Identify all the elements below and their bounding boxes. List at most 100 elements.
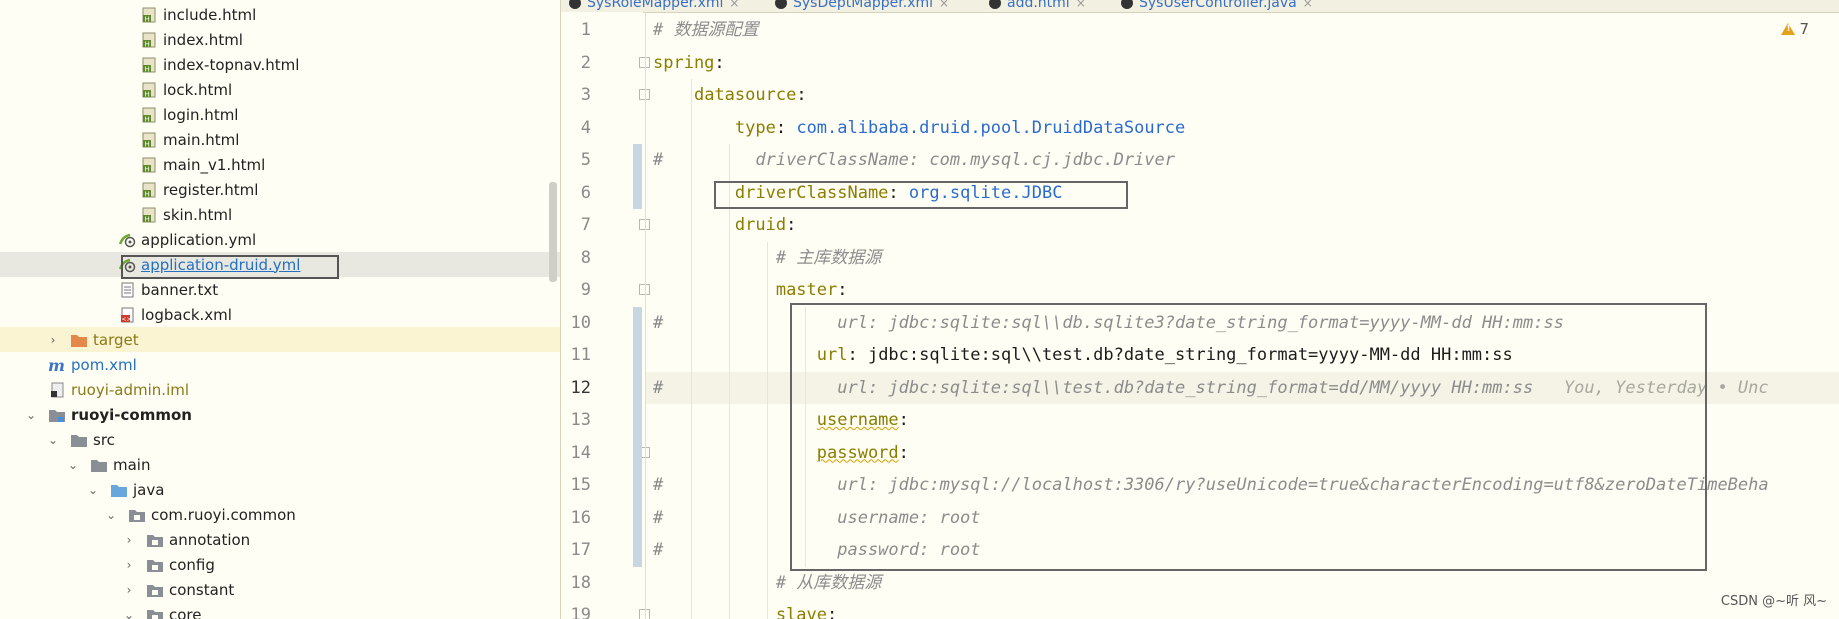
line-number: 4 xyxy=(580,117,591,138)
chevron-right-icon[interactable]: › xyxy=(122,558,136,572)
code-token: : xyxy=(775,117,797,138)
tree-item[interactable]: application.yml xyxy=(0,227,560,252)
code-line[interactable]: slave: xyxy=(653,599,837,619)
file-type-icon xyxy=(1121,0,1133,9)
code-line[interactable]: master: xyxy=(653,274,848,306)
svg-text:H: H xyxy=(145,165,150,173)
chevron-down-icon[interactable]: ⌄ xyxy=(86,483,100,497)
line-number: 9 xyxy=(580,280,591,300)
iml-file-icon xyxy=(48,382,66,398)
package-file-icon xyxy=(146,532,164,548)
vcs-change-marker[interactable] xyxy=(633,144,642,209)
tree-item[interactable]: ⌄ src xyxy=(0,427,560,452)
chevron-down-icon[interactable]: ⌄ xyxy=(46,433,60,447)
code-token: # xyxy=(653,377,664,398)
tree-item[interactable]: ⌄ ruoyi-common xyxy=(0,402,560,427)
editor-tab-label: SysRoleMapper.xml xyxy=(587,0,724,11)
tree-item[interactable]: ⌄ core xyxy=(0,602,560,619)
chevron-down-icon[interactable]: ⌄ xyxy=(66,458,80,472)
tree-item[interactable]: › config xyxy=(0,552,560,577)
warnings-count: 7 xyxy=(1799,20,1809,38)
editor-tab[interactable]: SysUserController.java × xyxy=(1121,0,1313,12)
tree-item-label: src xyxy=(93,430,115,449)
chevron-down-icon[interactable]: ⌄ xyxy=(24,408,38,422)
code-editor: SysRoleMapper.xml × SysDeptMapper.xml × add.… xyxy=(561,0,1839,619)
tree-item[interactable]: banner.txt xyxy=(0,277,560,302)
tree-item[interactable]: Hlogin.html xyxy=(0,102,560,127)
package-file-icon xyxy=(146,557,164,573)
tree-item[interactable]: Hmain.html xyxy=(0,127,560,152)
tree-item-label: lock.html xyxy=(163,80,233,99)
tree-item[interactable]: Hinclude.html xyxy=(0,2,560,27)
tree-item[interactable]: › target xyxy=(0,327,560,352)
tree-item[interactable]: › annotation xyxy=(0,527,560,552)
tree-item-label: register.html xyxy=(163,180,259,199)
tree-item-label: pom.xml xyxy=(71,355,137,374)
code-token: # 数据源配置 xyxy=(653,20,759,40)
tree-item[interactable]: Hregister.html xyxy=(0,177,560,202)
code-line[interactable]: datasource: xyxy=(653,79,807,111)
close-tab-icon[interactable]: × xyxy=(1303,0,1313,10)
vcs-change-marker[interactable] xyxy=(633,306,642,567)
code-token: slave xyxy=(775,605,828,619)
tree-item[interactable]: Hindex-topnav.html xyxy=(0,52,560,77)
close-tab-icon[interactable]: × xyxy=(729,0,739,10)
editor-tab[interactable]: SysRoleMapper.xml × xyxy=(569,0,739,12)
code-line[interactable]: type: com.alibaba.druid.pool.DruidDataSo… xyxy=(653,112,1185,144)
tree-item-label: target xyxy=(93,330,139,349)
tree-item[interactable]: Hskin.html xyxy=(0,202,560,227)
tree-item-label: main xyxy=(113,455,151,474)
editor-scrollbar[interactable] xyxy=(1828,12,1833,619)
editor-tab[interactable]: SysDeptMapper.xml × xyxy=(775,0,949,12)
line-number: 12 xyxy=(570,377,591,398)
close-tab-icon[interactable]: × xyxy=(939,0,949,10)
tree-item[interactable]: Hindex.html xyxy=(0,27,560,52)
tree-item[interactable]: ⌄ main xyxy=(0,452,560,477)
chevron-right-icon[interactable]: › xyxy=(122,533,136,547)
package-file-icon xyxy=(146,607,164,619)
close-tab-icon[interactable]: × xyxy=(1076,0,1086,10)
svg-text:H: H xyxy=(145,215,150,223)
html-file-icon: H xyxy=(140,207,158,223)
chevron-right-icon[interactable]: › xyxy=(122,583,136,597)
warnings-indicator[interactable]: 7 xyxy=(1781,20,1809,38)
line-number: 8 xyxy=(580,247,591,268)
tree-item[interactable]: Hmain_v1.html xyxy=(0,152,560,177)
folder-orange-file-icon xyxy=(70,332,88,348)
tree-item[interactable]: › constant xyxy=(0,577,560,602)
editor-tab[interactable]: add.html × xyxy=(989,0,1086,12)
line-number: 17 xyxy=(570,540,591,560)
folder-file-icon xyxy=(70,432,88,448)
code-line[interactable]: druid: xyxy=(653,209,796,241)
tree-item[interactable]: Hlock.html xyxy=(0,77,560,102)
line-number: 2 xyxy=(580,52,591,73)
tree-item-label: include.html xyxy=(163,5,257,24)
code-token: driverClassName: com.mysql.cj.jdbc.Drive… xyxy=(663,150,1175,170)
html-file-icon: H xyxy=(140,132,158,148)
chevron-down-icon[interactable]: ⌄ xyxy=(104,508,118,522)
code-line[interactable]: # driverClassName: com.mysql.cj.jdbc.Dri… xyxy=(653,144,1175,176)
package-file-icon xyxy=(146,582,164,598)
line-number: 13 xyxy=(570,410,591,430)
svg-text:H: H xyxy=(145,15,150,23)
sidebar-scrollbar[interactable] xyxy=(549,182,557,282)
tree-item[interactable]: ruoyi-admin.iml xyxy=(0,377,560,402)
tree-item[interactable]: m pom.xml xyxy=(0,352,560,377)
editor-tab-label: add.html xyxy=(1007,0,1070,11)
tree-item[interactable]: ⌄ com.ruoyi.common xyxy=(0,502,560,527)
master-config-highlight-box xyxy=(790,303,1707,571)
chevron-down-icon[interactable]: ⌄ xyxy=(122,608,136,619)
svg-text:H: H xyxy=(145,140,150,148)
line-number: 5 xyxy=(580,150,591,170)
tree-item[interactable]: ⌄ java xyxy=(0,477,560,502)
chevron-right-icon[interactable]: › xyxy=(46,333,60,347)
editor-tab-label: SysUserController.java xyxy=(1139,0,1297,11)
code-token: com.alibaba.druid.pool.DruidDataSource xyxy=(796,117,1186,138)
tree-item[interactable]: <> logback.xml xyxy=(0,302,560,327)
line-number-gutter: 1 2 3 4 5 6 7 8 9 10 11 12 13 14 15 16 17 18 19 xyxy=(561,12,650,619)
editor-tab-label: SysDeptMapper.xml xyxy=(793,0,934,11)
code-line[interactable]: spring: xyxy=(653,47,725,79)
code-line[interactable]: # 数据源配置 xyxy=(653,14,758,46)
